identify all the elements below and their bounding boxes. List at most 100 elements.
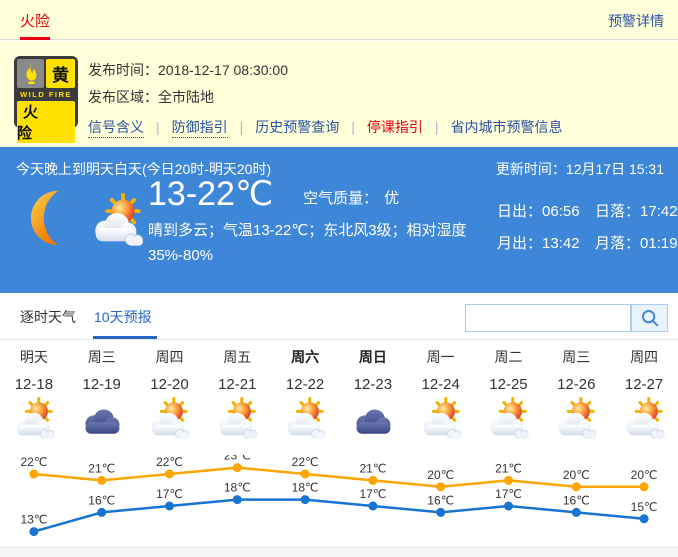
forecast-column-12-18: 明天 12-18 [0, 347, 68, 443]
sun-cloud-icon [475, 397, 543, 443]
svg-text:18℃: 18℃ [292, 481, 319, 495]
moonset-time: 月落：01:19 [595, 232, 678, 253]
day-label: 周五 [203, 347, 271, 367]
warning-details-link[interactable]: 预警详情 [608, 11, 664, 31]
active-tab-underline [20, 37, 50, 40]
sunset-time: 日落：17:42 [595, 200, 678, 221]
temperature-chart: 22℃21℃22℃23℃22℃21℃20℃21℃20℃20℃13℃16℃17℃1… [0, 455, 678, 555]
svg-text:17℃: 17℃ [156, 487, 183, 501]
date-label: 12-19 [68, 376, 136, 393]
forecast-column-12-24: 周一 12-24 [407, 347, 475, 443]
date-label: 12-23 [339, 376, 407, 393]
day-label: 明天 [0, 347, 68, 367]
svg-text:21℃: 21℃ [88, 461, 115, 475]
sun-moon-times: 日出：06:56 日落：17:42 月出：13:42 月落：01:19 [497, 200, 678, 264]
publish-area-row: 发布区域：全市陆地 [88, 84, 563, 111]
sun-cloud-icon [0, 397, 68, 443]
alert-links-row: 信号含义|防御指引|历史预警查询|停课指引|省内城市预警信息 [88, 117, 563, 137]
update-time-value: 12月17日 15:31 [566, 161, 664, 177]
air-quality-label: 空气质量： [303, 190, 378, 207]
alert-link-4[interactable]: 省内城市预警信息 [451, 119, 563, 135]
forecast-column-12-26: 周三12-26 [542, 347, 610, 443]
crescent-moon-icon [18, 187, 80, 254]
sun-cloud-icon [542, 397, 610, 443]
svg-text:16℃: 16℃ [427, 493, 454, 507]
sun-cloud-icon [136, 397, 204, 443]
svg-text:23℃: 23℃ [224, 455, 251, 463]
wildfire-warning-badge: 黄 WILD FIRE 火 险 [14, 56, 78, 128]
alert-panel: 黄 WILD FIRE 火 险 发布时间：2018-12-17 08:30:00… [0, 41, 678, 147]
update-time-label: 更新时间： [496, 161, 566, 177]
link-separator: | [156, 119, 160, 135]
magnifier-icon [640, 308, 660, 328]
publish-time-label: 发布时间： [88, 62, 158, 78]
day-label: 周三 [68, 347, 136, 367]
day-label: 周二 [475, 347, 543, 367]
publish-area-label: 发布区域： [88, 89, 158, 105]
alert-link-2[interactable]: 历史预警查询 [255, 119, 339, 135]
tab-hourly-weather[interactable]: 逐时天气 [20, 307, 76, 327]
publish-time-value: 2018-12-17 08:30:00 [158, 62, 288, 78]
date-label: 12-24 [407, 376, 475, 393]
forecast-column-12-25: 周二 12-25 [475, 347, 543, 443]
alert-link-0[interactable]: 信号含义 [88, 119, 144, 138]
ten-day-forecast: 明天12-18周三12-19周四12-20周五12-21周六12-22周日12-… [0, 340, 678, 547]
forecast-column-12-19: 周三 12-19 [68, 347, 136, 443]
sun-cloud-icon [271, 397, 339, 443]
day-label: 周六 [271, 347, 339, 367]
sun-cloud-icon [203, 397, 271, 443]
svg-text:21℃: 21℃ [359, 461, 386, 475]
day-label: 周四 [136, 347, 204, 367]
temperature-range: 13-22℃ [148, 175, 273, 213]
tab-ten-day-forecast[interactable]: 10天预报 [94, 307, 152, 327]
date-label: 12-22 [271, 376, 339, 393]
date-label: 12-27 [610, 376, 678, 393]
badge-subtitle: WILD FIRE [17, 90, 75, 99]
alert-link-3[interactable]: 停课指引 [367, 119, 423, 135]
forecast-column-12-23: 周日 12-23 [339, 347, 407, 443]
date-label: 12-21 [203, 376, 271, 393]
forecast-column-12-22: 周六 12-22 [271, 347, 339, 443]
link-separator: | [435, 119, 439, 135]
flame-icon [17, 59, 44, 88]
svg-text:20℃: 20℃ [563, 468, 590, 482]
air-quality: 空气质量：优 [303, 187, 399, 208]
forecast-column-12-27: 周四12-27 [610, 347, 678, 443]
svg-text:17℃: 17℃ [495, 487, 522, 501]
svg-text:15℃: 15℃ [631, 500, 658, 514]
svg-text:20℃: 20℃ [631, 468, 658, 482]
alert-tab-bar: 火险 预警详情 [0, 0, 678, 40]
publish-area-value: 全市陆地 [158, 89, 214, 105]
sun-cloud-icon [88, 193, 146, 256]
alert-link-1[interactable]: 防御指引 [172, 119, 228, 138]
cloud-icon [339, 397, 407, 443]
search-button[interactable] [631, 304, 668, 332]
next-section-edge [0, 547, 678, 557]
date-label: 12-26 [542, 376, 610, 393]
svg-text:18℃: 18℃ [224, 481, 251, 495]
sun-cloud-icon [407, 397, 475, 443]
current-weather-panel: 今天晚上到明天白天(今日20时-明天20时) 更新时间：12月17日 15:31… [0, 147, 678, 293]
update-time: 更新时间：12月17日 15:31 [496, 159, 664, 179]
svg-text:22℃: 22℃ [292, 455, 319, 469]
date-label: 12-25 [475, 376, 543, 393]
weather-page: 火险 预警详情 黄 WILD FIRE 火 险 发布时间：2018-12-17 … [0, 0, 678, 557]
active-tab-underline [93, 336, 157, 339]
svg-text:16℃: 16℃ [88, 493, 115, 507]
search-input[interactable] [465, 304, 631, 332]
link-separator: | [240, 119, 244, 135]
svg-text:22℃: 22℃ [156, 455, 183, 469]
day-label: 周日 [339, 347, 407, 367]
moonrise-time: 月出：13:42 [497, 232, 583, 253]
cloud-icon [68, 397, 136, 443]
tab-fire-risk[interactable]: 火险 [20, 10, 50, 31]
weather-description: 晴到多云；气温13-22℃；东北风3级；相对湿度35%-80% [148, 218, 488, 268]
forecast-tab-bar: 逐时天气 10天预报 [0, 293, 678, 340]
sunrise-time: 日出：06:56 [497, 200, 583, 221]
date-label: 12-18 [0, 376, 68, 393]
badge-level-char: 黄 [46, 59, 75, 88]
svg-text:22℃: 22℃ [20, 455, 47, 469]
day-label: 周一 [407, 347, 475, 367]
badge-name: 火 险 [17, 101, 75, 143]
forecast-column-12-20: 周四12-20 [136, 347, 204, 443]
